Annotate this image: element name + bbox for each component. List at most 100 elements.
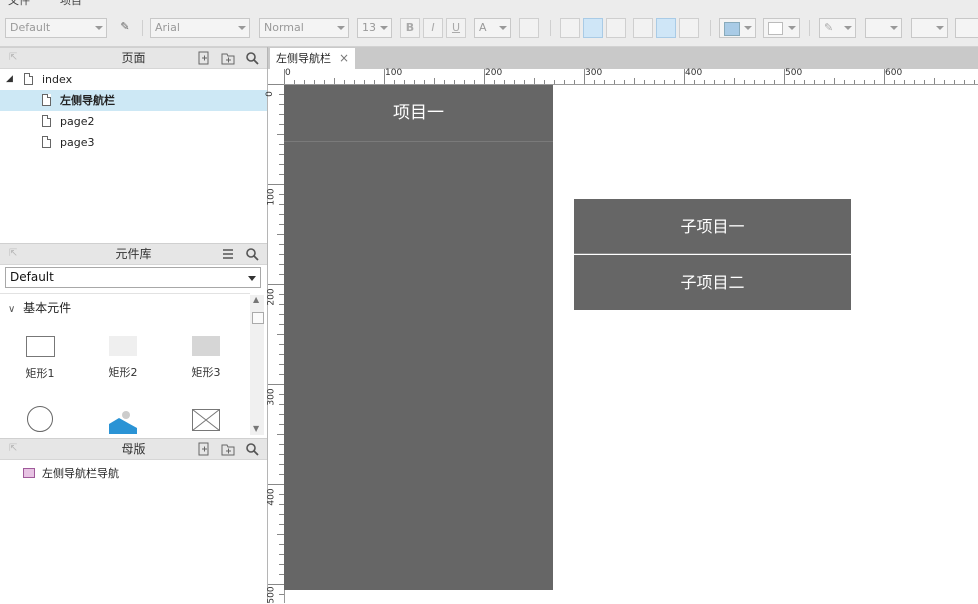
bold-button[interactable]: B [400,18,420,38]
ellipse-icon[interactable] [27,406,53,432]
tree-item-label: 左侧导航栏 [60,94,115,107]
italic-button[interactable]: I [423,18,443,38]
widget-rectangle-2[interactable]: 矩形2 [103,336,143,380]
add-master-icon[interactable] [197,442,211,456]
menu-icon[interactable] [221,247,235,261]
rectangle-outline-icon [25,336,55,357]
chevron-down-icon [788,26,796,30]
style-select-value: Default [10,21,51,34]
add-folder-icon[interactable] [221,442,235,456]
align-right-icon[interactable] [606,18,626,38]
chevron-down-icon [744,26,752,30]
rectangle-gray-icon [192,336,220,356]
tree-item-page3[interactable]: page3 [0,132,267,153]
tree-item-index[interactable]: ◢ index [0,69,267,90]
library-scrollbar[interactable]: ▲ ▼ [250,295,264,435]
menu-bar: 文件 项目 [0,0,978,12]
scroll-thumb[interactable] [252,312,264,324]
line-width-button[interactable] [865,18,902,38]
widget-label: 矩形1 [25,367,55,380]
widget-rectangle-3[interactable]: 矩形3 [186,336,226,380]
line-style-button[interactable] [911,18,948,38]
tab-left-nav[interactable]: 左侧导航栏 × [270,48,355,69]
line-color-button[interactable]: ✎ [819,18,856,38]
scroll-down-icon[interactable]: ▼ [253,424,259,433]
add-folder-icon[interactable] [221,51,235,65]
font-family-select[interactable]: Arial [150,18,250,38]
align-center-icon[interactable] [583,18,603,38]
master-item[interactable]: 左侧导航栏导航 [0,463,267,484]
scroll-up-icon[interactable]: ▲ [253,295,259,304]
ruler-label: 200 [266,288,277,306]
ruler-label: 200 [485,68,503,78]
shadow-swatch [768,22,783,35]
chevron-down-icon [499,26,507,30]
widget-rectangle-1[interactable]: 矩形1 [20,336,60,381]
tree-item-left-nav[interactable]: 左侧导航栏 [0,90,267,111]
sub-item-1[interactable]: 子项目一 [574,199,851,254]
ruler-label: 300 [266,388,277,406]
canvas-area: 左侧导航栏 × 0 100 200 300 400 500 600 0 100 … [265,47,978,604]
rectangle-light-icon [109,336,137,356]
category-basic[interactable]: ∨ 基本元件 [8,299,71,316]
ruler-label: 0 [285,68,291,78]
widget-label: 矩形3 [191,366,221,379]
page-icon [42,115,51,127]
category-label: 基本元件 [23,301,72,315]
sub-item-2[interactable]: 子项目二 [574,255,851,310]
chevron-down-icon: ∨ [8,304,16,315]
chevron-down-icon [95,26,103,30]
horizontal-ruler: 0 100 200 300 400 500 600 [284,68,978,85]
style-edit-icon[interactable]: ✎ [115,18,135,38]
menu-edit[interactable]: 项目 [60,0,82,8]
image-icon[interactable] [109,406,137,434]
page-icon [24,73,33,85]
chevron-down-icon [248,276,256,281]
left-nav-panel[interactable]: 项目一 [284,85,553,590]
ruler-corner [268,69,285,85]
font-weight-select[interactable]: Normal [259,18,349,38]
library-select-value: Default [10,270,54,284]
align-left-icon[interactable] [560,18,580,38]
fill-color-swatch [724,22,740,36]
fill-color-button[interactable] [719,18,756,38]
separator [142,20,143,36]
bullet-list-icon[interactable] [519,18,539,38]
shadow-button[interactable] [763,18,800,38]
search-icon[interactable] [245,442,259,456]
add-page-icon[interactable] [197,51,211,65]
tree-item-page2[interactable]: page2 [0,111,267,132]
separator [550,20,551,36]
tree-item-label: index [42,73,73,86]
page-icon [42,94,51,106]
close-icon[interactable]: × [339,48,349,69]
menu-file[interactable]: 文件 [8,0,30,8]
library-select[interactable]: Default [5,267,261,288]
master-item-label: 左侧导航栏导航 [42,467,119,480]
widget-row-2 [0,402,250,435]
nav-item-1[interactable]: 项目一 [284,85,553,142]
valign-bottom-icon[interactable] [679,18,699,38]
font-size-select[interactable]: 13 [357,18,392,38]
style-select[interactable]: Default [5,18,107,38]
tree-item-label: page2 [60,115,95,128]
widget-label: 矩形2 [108,366,138,379]
tab-bar: 左侧导航栏 × [268,47,978,69]
ruler-label: 600 [885,68,903,78]
ruler-label: 100 [266,188,277,206]
valign-middle-icon[interactable] [656,18,676,38]
search-icon[interactable] [245,247,259,261]
underline-button[interactable]: U [446,18,466,38]
valign-top-icon[interactable] [633,18,653,38]
ruler-label: 100 [385,68,403,78]
font-color-label: A [479,21,487,34]
arrow-style-button[interactable] [955,18,978,38]
font-color-button[interactable]: A [474,18,511,38]
tree-item-label: page3 [60,136,95,149]
caret-down-icon[interactable]: ◢ [6,69,13,90]
placeholder-icon[interactable] [192,409,220,431]
search-icon[interactable] [245,51,259,65]
ruler-label: 500 [785,68,803,78]
pages-panel-header: ⇱ 页面 [0,47,267,69]
chevron-down-icon [844,26,852,30]
